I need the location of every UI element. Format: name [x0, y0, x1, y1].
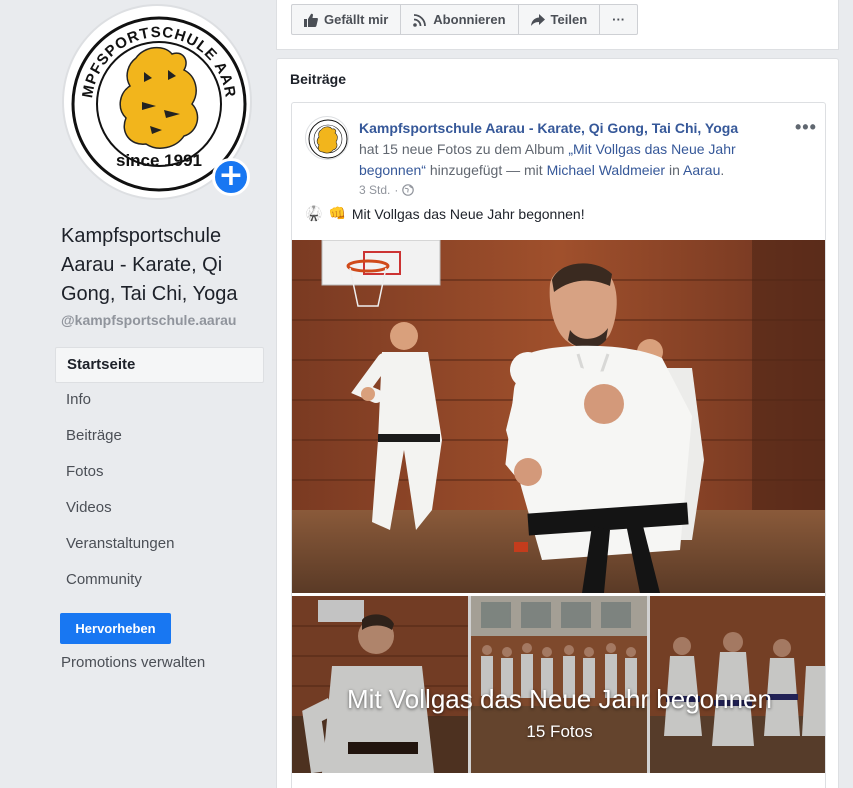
location-link[interactable]: Aarau [683, 162, 720, 178]
page-sidebar: since 1991 KAMPFSPORTSCHULE AARAU + Kamp… [0, 0, 276, 788]
manage-promotions-link[interactable]: Promotions verwalten [61, 654, 205, 671]
nav-item-veranstaltungen[interactable]: Veranstaltungen [55, 527, 264, 563]
karate-training-photo [292, 240, 825, 593]
rss-icon [413, 13, 427, 27]
posts-section: Beiträge Kampfsportschule Aarau - Karate… [276, 58, 839, 788]
action-button-group: Gefällt mir Abonnieren Teilen ··· [291, 4, 639, 35]
post-action-prefix: hat 15 neue Fotos zu dem Album [359, 141, 569, 157]
post-message: 🥋 👊 Mit Vollgas das Neue Jahr begonnen! [305, 206, 585, 222]
post-message-text: Mit Vollgas das Neue Jahr begonnen! [351, 206, 585, 222]
posts-section-title[interactable]: Beiträge [290, 71, 346, 87]
tagged-person-link[interactable]: Michael Waldmeier [547, 162, 666, 178]
logo-mini-icon [308, 119, 348, 159]
post-action-mid: hinzugefügt — mit [425, 162, 547, 178]
album-overlay-title[interactable]: Mit Vollgas das Neue Jahr begonnen [292, 684, 825, 715]
album-preview[interactable]: Mit Vollgas das Neue Jahr begonnen 15 Fo… [292, 596, 825, 773]
add-icon[interactable]: + [212, 158, 250, 196]
share-arrow-icon [530, 13, 545, 26]
nav-item-info[interactable]: Info [55, 383, 264, 419]
nav-item-beitraege[interactable]: Beiträge [55, 419, 264, 455]
post-action-end: . [720, 162, 725, 178]
page-nav: Startseite Info Beiträge Fotos Videos Ve… [55, 347, 264, 599]
like-button[interactable]: Gefällt mir [292, 5, 402, 34]
nav-item-fotos[interactable]: Fotos [55, 455, 264, 491]
more-options-button[interactable]: ··· [600, 5, 637, 34]
meta-separator: · [394, 183, 399, 197]
album-photo-count: 15 Fotos [526, 722, 593, 741]
like-button-label: Gefällt mir [324, 12, 389, 27]
promote-button[interactable]: Hervorheben [60, 613, 171, 644]
nav-item-videos[interactable]: Videos [55, 491, 264, 527]
post-action-in: in [665, 162, 683, 178]
post-author-avatar[interactable] [305, 116, 349, 160]
post-author-name[interactable]: Kampfsportschule Aarau - Karate, Qi Gong… [359, 120, 738, 136]
profile-picture[interactable]: since 1991 KAMPFSPORTSCHULE AARAU + [62, 4, 252, 200]
post-main-photo[interactable] [292, 240, 825, 593]
page-handle[interactable]: @kampfsportschule.aarau [61, 312, 237, 328]
fist-emoji: 👊 [328, 206, 346, 222]
share-button-label: Teilen [550, 12, 588, 27]
page-title[interactable]: Kampfsportschule Aarau - Karate, Qi Gong… [61, 222, 271, 309]
globe-icon[interactable] [402, 184, 415, 196]
post-card: Kampfsportschule Aarau - Karate, Qi Gong… [291, 102, 826, 788]
nav-item-startseite[interactable]: Startseite [55, 347, 264, 383]
more-options-icon: ··· [612, 12, 626, 27]
post-meta: 3 Std. · [359, 183, 415, 197]
follow-button-label: Abonnieren [433, 12, 506, 27]
thumbs-up-icon [304, 13, 318, 27]
post-options-button[interactable]: ••• [795, 117, 817, 138]
follow-button[interactable]: Abonnieren [401, 5, 519, 34]
post-header-text: Kampfsportschule Aarau - Karate, Qi Gong… [359, 118, 789, 181]
page-action-bar: Gefällt mir Abonnieren Teilen ··· [276, 0, 839, 50]
nav-item-community[interactable]: Community [55, 563, 264, 599]
karate-gi-emoji: 🥋 [305, 206, 323, 222]
logo-since-text: since 1991 [116, 151, 202, 170]
post-timestamp[interactable]: 3 Std. [359, 183, 390, 197]
share-button[interactable]: Teilen [519, 5, 601, 34]
